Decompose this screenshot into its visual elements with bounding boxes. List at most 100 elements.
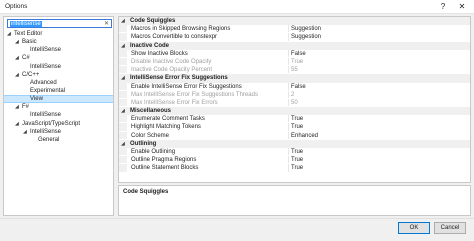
column-divider[interactable] xyxy=(288,82,289,90)
property-value: 2 xyxy=(291,91,295,98)
collapse-icon[interactable]: ◢ xyxy=(121,74,125,82)
close-icon[interactable]: ✕ xyxy=(453,0,471,14)
column-divider[interactable] xyxy=(288,57,289,66)
property-row[interactable]: Macros Convertible to constexpr Suggestio… xyxy=(119,33,470,42)
collapse-icon[interactable]: ◢ xyxy=(121,107,125,115)
expand-arrow-icon[interactable]: ◢ xyxy=(23,128,27,136)
expand-arrow-icon[interactable]: ◢ xyxy=(15,120,19,128)
property-row[interactable]: Outline Pragma Regions True xyxy=(119,156,470,165)
property-value[interactable]: True xyxy=(291,123,303,131)
tree-node[interactable]: ◢ C/C++ xyxy=(4,71,113,79)
expand-arrow-icon[interactable]: ◢ xyxy=(15,71,19,79)
column-divider[interactable] xyxy=(288,123,289,131)
tree-node-label: C/C++ xyxy=(22,71,40,78)
expand-arrow-icon[interactable]: ◢ xyxy=(15,38,19,46)
tree-node[interactable]: Advanced xyxy=(4,79,113,87)
tree-node[interactable]: ◢ Basic xyxy=(4,38,113,46)
footer-divider xyxy=(0,218,474,219)
property-category[interactable]: ◢ Code Squiggles xyxy=(119,17,470,26)
column-divider[interactable] xyxy=(288,33,289,41)
column-divider[interactable] xyxy=(288,115,289,123)
property-category[interactable]: ◢ IntelliSense Error Fix Suggestions xyxy=(119,74,470,83)
column-divider[interactable] xyxy=(288,98,289,107)
property-name: Color Scheme xyxy=(131,132,170,139)
row-gutter xyxy=(119,49,127,57)
window-title: Options xyxy=(5,3,28,10)
column-divider[interactable] xyxy=(288,156,289,164)
property-value[interactable]: Enhanced xyxy=(291,132,318,140)
property-row[interactable]: Max IntelliSense Error Fix Suggestions T… xyxy=(119,90,470,99)
category-label: IntelliSense Error Fix Suggestions xyxy=(130,75,228,82)
tree-node[interactable]: Experimental xyxy=(4,87,113,95)
property-name: Inactive Code Opacity Percent xyxy=(131,67,213,74)
row-gutter xyxy=(119,66,127,74)
search-input[interactable]: intellisense ✕ xyxy=(7,19,112,28)
tree-node-label: Experimental xyxy=(30,87,66,94)
expand-arrow-icon[interactable]: ◢ xyxy=(15,54,19,62)
tree-node[interactable]: ◢ F# xyxy=(4,103,113,111)
tree-node-label: C# xyxy=(22,55,30,62)
tree-node-label: Text Editor xyxy=(14,31,43,37)
tree-node[interactable]: ◢ JavaScript/TypeScript xyxy=(4,120,113,128)
tree-node[interactable]: General xyxy=(4,136,113,144)
property-value[interactable]: True xyxy=(291,148,303,156)
collapse-icon[interactable]: ◢ xyxy=(121,42,125,50)
property-row[interactable]: Enable IntelliSense Error Fix Suggestion… xyxy=(119,82,470,91)
property-row[interactable]: Enable Outlining True xyxy=(119,148,470,157)
tree-node[interactable]: IntelliSense xyxy=(4,46,113,54)
tree-node[interactable]: IntelliSense xyxy=(4,63,113,71)
property-row[interactable]: Enumerate Comment Tasks True xyxy=(119,115,470,124)
tree-node[interactable]: ◢ IntelliSense xyxy=(4,128,113,136)
property-value[interactable]: Suggestion xyxy=(291,25,321,33)
property-value[interactable]: False xyxy=(291,83,306,91)
property-name: Enumerate Comment Tasks xyxy=(131,116,205,123)
column-divider[interactable] xyxy=(288,131,289,139)
category-label: Outlining xyxy=(130,140,157,147)
column-divider[interactable] xyxy=(288,66,289,74)
property-name: Outline Pragma Regions xyxy=(131,157,197,164)
tree-node[interactable]: View xyxy=(4,95,113,104)
help-button[interactable]: ? xyxy=(434,0,452,14)
property-row[interactable]: Outline Statement Blocks True xyxy=(119,164,470,173)
property-category[interactable]: ◢ Miscellaneous xyxy=(119,107,470,116)
property-value: True xyxy=(291,58,304,65)
property-category[interactable]: ◢ Inactive Code xyxy=(119,41,470,50)
property-value[interactable]: Suggestion xyxy=(291,33,321,41)
collapse-icon[interactable]: ◢ xyxy=(121,140,125,148)
property-row[interactable]: Disable Inactive Code Opacity True xyxy=(119,57,470,67)
property-row[interactable]: Show Inactive Blocks False xyxy=(119,49,470,58)
ok-button[interactable]: OK xyxy=(398,222,430,234)
property-value[interactable]: True xyxy=(291,115,303,123)
title-bar: Options ? ✕ xyxy=(0,0,474,14)
property-value[interactable]: True xyxy=(291,164,303,172)
collapse-icon[interactable]: ◢ xyxy=(121,17,125,25)
expand-arrow-icon[interactable]: ◢ xyxy=(15,103,19,111)
options-tree-pane: intellisense ✕ ◢ Text Editor ◢ Basic Intelli… xyxy=(3,16,114,216)
property-row[interactable]: Color Scheme Enhanced xyxy=(119,131,470,140)
row-gutter xyxy=(119,156,127,164)
property-value[interactable]: False xyxy=(291,50,306,58)
clear-search-icon[interactable]: ✕ xyxy=(104,20,109,27)
column-divider[interactable] xyxy=(288,25,289,33)
property-row[interactable]: Inactive Code Opacity Percent 55 xyxy=(119,66,470,75)
property-row[interactable]: Max IntelliSense Error Fix Errors 50 xyxy=(119,98,470,108)
tree-node-label: JavaScript/TypeScript xyxy=(22,120,81,127)
category-label: Code Squiggles xyxy=(130,18,176,24)
column-divider[interactable] xyxy=(288,148,289,156)
cancel-button[interactable]: Cancel xyxy=(434,222,466,234)
tree-node-label: IntelliSense xyxy=(30,112,62,119)
property-name: Max IntelliSense Error Fix Suggestions T… xyxy=(131,91,258,98)
property-category[interactable]: ◢ Outlining xyxy=(119,139,470,148)
tree-node-label: IntelliSense xyxy=(30,63,62,70)
property-name: Disable Inactive Code Opacity xyxy=(131,58,212,65)
column-divider[interactable] xyxy=(288,49,289,57)
column-divider[interactable] xyxy=(288,90,289,98)
property-row[interactable]: Macros in Skipped Browsing Regions Sugges… xyxy=(119,25,470,34)
tree-node[interactable]: ◢ C# xyxy=(4,54,113,62)
expand-arrow-icon[interactable]: ◢ xyxy=(7,30,11,38)
tree-node[interactable]: IntelliSense xyxy=(4,111,113,119)
property-row[interactable]: Highlight Matching Tokens True xyxy=(119,123,470,132)
column-divider[interactable] xyxy=(288,164,289,172)
tree-node[interactable]: ◢ Text Editor xyxy=(4,30,113,38)
property-value[interactable]: True xyxy=(291,156,303,164)
